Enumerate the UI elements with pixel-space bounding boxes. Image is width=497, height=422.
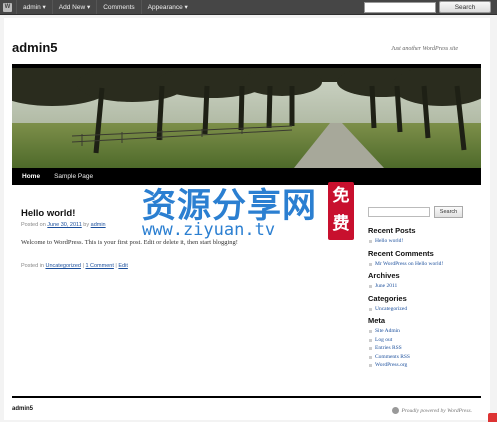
post-meta-by: by <box>81 222 91 228</box>
post-author-link[interactable]: admin <box>91 222 106 228</box>
post-footer: Posted in Uncategorized | 1 Comment | Ed… <box>21 263 128 269</box>
widget-meta: Meta Site Admin Log out Entries RSS Comm… <box>368 316 476 370</box>
wordpress-logo-icon[interactable]: W <box>3 2 12 12</box>
admin-bar: W admin ▾ Add New ▾ Comments Appearance … <box>0 0 497 15</box>
post-content: Welcome to WordPress. This is your first… <box>21 239 238 246</box>
widget-link[interactable]: Comments RSS <box>368 353 476 362</box>
footer-credit-text: Proudly powered by WordPress. <box>401 407 472 414</box>
header-image-art <box>12 68 481 168</box>
post-meta-prefix: Posted on <box>21 222 48 228</box>
widget-link[interactable]: WordPress.org <box>368 361 476 370</box>
page-container: admin5 Just another WordPress site Home … <box>4 18 490 420</box>
admin-bar-search-input[interactable] <box>364 1 436 13</box>
site-description: Just another WordPress site <box>391 46 458 52</box>
widget-link[interactable]: Entries RSS <box>368 344 476 353</box>
widget-title: Categories <box>368 293 407 303</box>
widget-link[interactable]: Log out <box>368 336 476 345</box>
footer-rule <box>12 396 481 398</box>
post-meta: Posted on June 30, 2011 by admin <box>21 222 106 228</box>
sidebar-search-button[interactable]: Search <box>434 206 463 218</box>
admin-bar-comments[interactable]: Comments <box>96 0 140 14</box>
corner-badge-icon <box>488 413 497 422</box>
widget-recent-comments: Recent Comments Mr WordPress on Hello wo… <box>368 249 476 269</box>
post-edit-link[interactable]: Edit <box>118 263 127 269</box>
sidebar-search: Search <box>368 206 476 218</box>
widget-recent-posts: Recent Posts Hello world! <box>368 226 476 246</box>
admin-bar-user-menu[interactable]: admin ▾ <box>16 0 52 14</box>
admin-bar-appearance-menu[interactable]: Appearance ▾ <box>140 0 194 14</box>
widget-title: Meta <box>368 316 386 325</box>
sidebar: Search Recent Posts Hello world! Recent … <box>368 206 476 373</box>
widget-archives: Archives June 2011 <box>368 271 476 291</box>
widget-link[interactable]: Hello world! <box>368 237 476 246</box>
header-image[interactable] <box>12 68 481 168</box>
widget-title: Archives <box>368 271 400 280</box>
widget-link[interactable]: Uncategorized <box>368 305 476 314</box>
primary-nav: Home Sample Page <box>12 168 481 185</box>
nav-item-home[interactable]: Home <box>12 173 47 180</box>
widget-link[interactable]: Site Admin <box>368 327 476 336</box>
post-category-link[interactable]: Uncategorized <box>45 263 80 269</box>
post-comments-link[interactable]: 1 Comment <box>85 263 113 269</box>
post-footer-prefix: Posted in <box>21 263 46 269</box>
sidebar-search-input[interactable] <box>368 207 430 217</box>
admin-bar-search-button[interactable]: Search <box>439 1 491 13</box>
widget-link[interactable]: Mr WordPress on Hello world! <box>368 260 476 269</box>
widget-title: Recent Comments <box>368 248 434 258</box>
post-date-link[interactable]: June 30, 2011 <box>47 222 81 228</box>
nav-item-sample-page[interactable]: Sample Page <box>47 173 100 180</box>
footer-credit[interactable]: Proudly powered by WordPress. <box>391 407 472 414</box>
widget-link[interactable]: June 2011 <box>368 282 476 291</box>
admin-bar-add-new-menu[interactable]: Add New ▾ <box>51 0 96 14</box>
post-title[interactable]: Hello world! <box>21 208 75 219</box>
widget-categories: Categories Uncategorized <box>368 294 476 314</box>
footer-site-name[interactable]: admin5 <box>12 406 33 412</box>
site-title[interactable]: admin5 <box>12 40 58 55</box>
wordpress-mini-icon <box>391 407 399 414</box>
widget-title: Recent Posts <box>368 226 416 235</box>
